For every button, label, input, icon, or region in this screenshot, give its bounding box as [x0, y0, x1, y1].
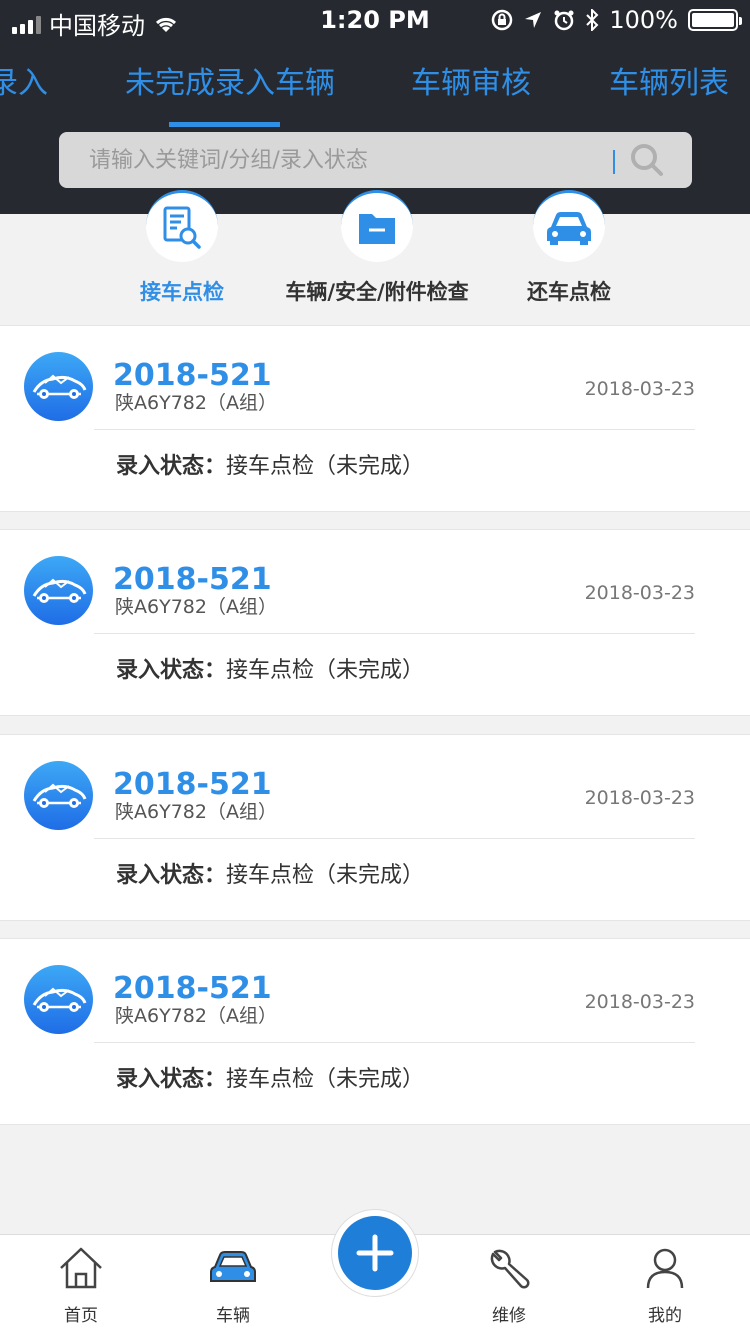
- tab-entry[interactable]: 录入: [0, 64, 48, 104]
- record-state: 录入状态：接车点检（未完成）: [116, 1061, 424, 1093]
- bluetooth-icon: [586, 9, 599, 31]
- wrench-icon: [490, 1249, 530, 1289]
- card-divider: [94, 633, 695, 634]
- car-icon: [547, 211, 591, 245]
- card-divider: [94, 1042, 695, 1043]
- location-icon: [525, 12, 542, 28]
- record-state-label: 录入状态：: [116, 1067, 227, 1092]
- car-logo-icon: [32, 783, 86, 808]
- quick-action-return-inspection[interactable]: 还车点检: [469, 190, 669, 306]
- tabbar-label: 我的: [648, 1306, 682, 1326]
- card-divider: [94, 429, 695, 430]
- battery-percent: 100%: [609, 6, 678, 34]
- plus-icon: [356, 1234, 394, 1272]
- quick-action-label: 还车点检: [527, 280, 611, 304]
- record-state-label: 录入状态：: [116, 454, 227, 479]
- tabbar-item-mine[interactable]: 我的: [615, 1243, 715, 1326]
- add-button-wrap: [331, 1209, 419, 1297]
- quick-action-icon-circle: [341, 190, 413, 262]
- record-card[interactable]: 2018-521 陕A6Y782（A组） 2018-03-23 录入状态：接车点…: [0, 325, 750, 512]
- vehicle-avatar: [24, 352, 93, 421]
- search-input[interactable]: [89, 132, 629, 188]
- header: 录入 未完成录入车辆 车辆审核 车辆列表: [0, 40, 750, 214]
- tab-vehicle-review[interactable]: 车辆审核: [411, 64, 531, 104]
- status-bar: 中国移动 1:20 PM 100%: [0, 0, 750, 40]
- record-state: 录入状态：接车点检（未完成）: [116, 652, 424, 684]
- tabbar-item-repair[interactable]: 维修: [459, 1243, 559, 1326]
- record-plate: 陕A6Y782（A组）: [115, 596, 277, 618]
- record-date: 2018-03-23: [584, 787, 695, 809]
- record-state-value: 接车点检（未完成）: [226, 863, 425, 888]
- tabbar-icon-wrap: [459, 1243, 559, 1293]
- document-search-icon: [163, 206, 201, 249]
- vehicle-avatar: [24, 965, 93, 1034]
- tab-vehicle-list[interactable]: 车辆列表: [609, 64, 729, 104]
- tabbar-icon-wrap: [183, 1243, 283, 1293]
- record-card[interactable]: 2018-521 陕A6Y782（A组） 2018-03-23 录入状态：接车点…: [0, 529, 750, 716]
- tabbar-label: 车辆: [216, 1306, 250, 1326]
- record-state-label: 录入状态：: [116, 658, 227, 683]
- record-date: 2018-03-23: [584, 582, 695, 604]
- record-plate: 陕A6Y782（A组）: [115, 801, 277, 823]
- car-logo-icon: [32, 987, 86, 1012]
- card-divider: [94, 838, 695, 839]
- vehicle-avatar: [24, 556, 93, 625]
- tabbar-item-vehicles[interactable]: 车辆: [183, 1243, 283, 1326]
- quick-action-pickup-inspection[interactable]: 接车点检: [82, 190, 282, 306]
- alarm-icon: [554, 10, 574, 31]
- record-state-value: 接车点检（未完成）: [226, 658, 425, 683]
- folder-icon: [359, 213, 395, 244]
- car-logo-icon: [32, 578, 86, 603]
- car-icon: [210, 1251, 256, 1282]
- quick-action-vehicle-safety-check[interactable]: 车辆/安全/附件检查: [277, 190, 477, 306]
- record-card[interactable]: 2018-521 陕A6Y782（A组） 2018-03-23 录入状态：接车点…: [0, 734, 750, 921]
- tab-incomplete-vehicles[interactable]: 未完成录入车辆: [125, 64, 335, 104]
- record-state: 录入状态：接车点检（未完成）: [116, 448, 424, 480]
- active-tab-indicator: [169, 122, 280, 127]
- record-state-value: 接车点检（未完成）: [226, 1067, 425, 1092]
- quick-actions: 接车点检 车辆/安全/附件检查 还车点检: [0, 190, 750, 324]
- record-plate: 陕A6Y782（A组）: [115, 392, 277, 414]
- search-bar: [59, 132, 692, 188]
- record-date: 2018-03-23: [584, 991, 695, 1013]
- tabbar-label: 首页: [64, 1306, 98, 1326]
- status-right: 100%: [491, 6, 742, 34]
- car-logo-icon: [32, 374, 86, 399]
- user-icon: [646, 1248, 684, 1289]
- search-divider: [613, 150, 615, 174]
- record-state-value: 接车点检（未完成）: [226, 454, 425, 479]
- quick-action-icon-circle: [146, 190, 218, 262]
- top-tabs: 录入 未完成录入车辆 车辆审核 车辆列表: [0, 64, 750, 104]
- quick-action-label: 车辆/安全/附件检查: [285, 280, 469, 304]
- battery-icon: [688, 9, 742, 31]
- add-button[interactable]: [338, 1216, 412, 1290]
- tabbar-label: 维修: [492, 1306, 526, 1326]
- tabbar-icon-wrap: [31, 1243, 131, 1293]
- home-icon: [60, 1247, 102, 1289]
- tabbar-icon-wrap: [615, 1243, 715, 1293]
- quick-action-icon-circle: [533, 190, 605, 262]
- record-card[interactable]: 2018-521 陕A6Y782（A组） 2018-03-23 录入状态：接车点…: [0, 938, 750, 1125]
- record-state-label: 录入状态：: [116, 863, 227, 888]
- record-plate: 陕A6Y782（A组）: [115, 1005, 277, 1027]
- search-icon[interactable]: [629, 142, 665, 178]
- quick-action-label: 接车点检: [140, 280, 224, 304]
- record-state: 录入状态：接车点检（未完成）: [116, 857, 424, 889]
- rotation-lock-icon: [492, 9, 513, 31]
- vehicle-avatar: [24, 761, 93, 830]
- record-date: 2018-03-23: [584, 378, 695, 400]
- tabbar-item-home[interactable]: 首页: [31, 1243, 131, 1326]
